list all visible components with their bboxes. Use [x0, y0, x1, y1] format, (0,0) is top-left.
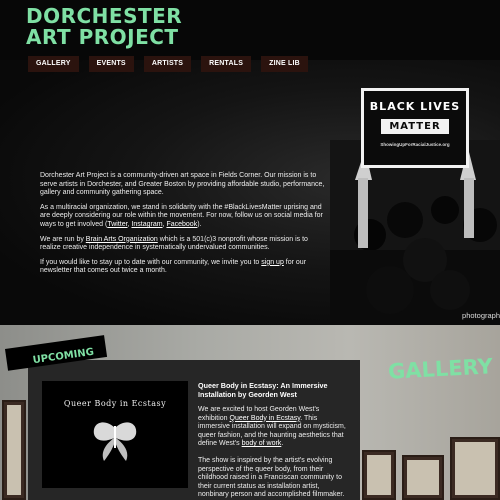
hero-section: DORCHESTER ART PROJECT GALLERY EVENTS AR…: [0, 0, 500, 325]
signup-link[interactable]: sign up: [261, 259, 284, 266]
instagram-link[interactable]: Instagram: [131, 221, 162, 228]
wall-frame: [450, 437, 500, 500]
nav-events[interactable]: EVENTS: [88, 56, 134, 72]
about-paragraph-2: As a multiracial organization, we stand …: [40, 203, 323, 228]
wall-frame: [402, 455, 444, 500]
facebook-link[interactable]: Facebook: [166, 221, 197, 228]
about-paragraph-3: We are run by Brain Arts Organization wh…: [40, 235, 308, 252]
wall-frame: [2, 400, 26, 500]
moth-icon: [93, 422, 137, 461]
twitter-link[interactable]: Twitter: [107, 221, 127, 228]
nav-rentals[interactable]: RENTALS: [201, 56, 252, 72]
poster-title: Queer Body in Ecstasy: [63, 399, 167, 408]
event-paragraph-2: The show is inspired by the artist's evo…: [198, 456, 345, 500]
event-title[interactable]: Queer Body in Ecstasy: An Immersive Inst…: [198, 381, 348, 399]
photo-credit: photograph: [462, 311, 500, 320]
main-nav: GALLERY EVENTS ARTISTS RENTALS ZINE LIB: [28, 56, 308, 72]
nav-artists[interactable]: ARTISTS: [143, 56, 192, 72]
event-paragraph-1: We are excited to host Georden West's ex…: [198, 406, 346, 448]
event-poster[interactable]: Queer Body in Ecstasy: [42, 381, 188, 488]
brain-arts-link[interactable]: Brain Arts Organization: [86, 236, 158, 243]
body-of-work-link[interactable]: body of work: [242, 440, 282, 447]
page: DORCHESTER ART PROJECT GALLERY EVENTS AR…: [0, 0, 500, 500]
logo-line-1: DORCHESTER: [26, 4, 183, 28]
event-details: Queer Body in Ecstasy: An Immersive Inst…: [198, 381, 348, 500]
logo-line-2: ART PROJECT: [26, 25, 179, 49]
black-lives-matter-sign: BLACK LIVES MATTER ShowingUpForRacialJus…: [361, 88, 469, 168]
sign-line-2: MATTER: [381, 119, 449, 134]
sign-line-1: BLACK LIVES: [369, 100, 461, 113]
exhibition-link[interactable]: Queer Body in Ecstasy: [230, 415, 301, 422]
sign-line-3: ShowingUpForRacialJustice.org: [380, 142, 450, 147]
about-paragraph-1: Dorchester Art Project is a community-dr…: [40, 172, 325, 197]
about-paragraph-4: If you would like to stay up to date wit…: [40, 258, 307, 275]
site-logo[interactable]: DORCHESTER ART PROJECT: [26, 6, 182, 48]
nav-gallery[interactable]: GALLERY: [28, 56, 79, 72]
wall-frame: [362, 450, 396, 500]
nav-zine-lib[interactable]: ZINE LIB: [261, 56, 308, 72]
about-text: Dorchester Art Project is a community-dr…: [40, 172, 325, 282]
